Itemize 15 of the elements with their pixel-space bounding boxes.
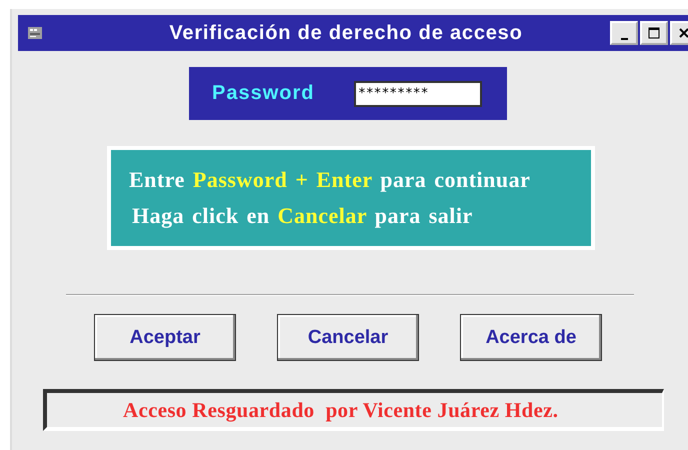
instruction-text: Haga click en Cancelar para salir [131, 203, 474, 229]
instruction-text: Entre Password + Enter para continuar [129, 167, 532, 193]
app-icon [28, 27, 42, 39]
dialog-button[interactable]: Cancelar [277, 314, 419, 361]
maximize-icon [648, 27, 660, 39]
dialog-button[interactable]: Aceptar [94, 314, 236, 361]
status-text: Acceso Resguardado por Vicente Juárez Hdez. [123, 398, 558, 422]
dialog-button[interactable]: Acerca de [460, 314, 602, 361]
maximize-button[interactable] [640, 21, 668, 45]
minimize-button[interactable] [610, 21, 638, 45]
window-title: Verificación de derecho de acceso [168, 22, 524, 44]
close-icon [678, 27, 688, 39]
minimize-icon [620, 38, 628, 40]
password-label: Password [212, 82, 316, 105]
password-field[interactable]: ********* [354, 80, 482, 106]
